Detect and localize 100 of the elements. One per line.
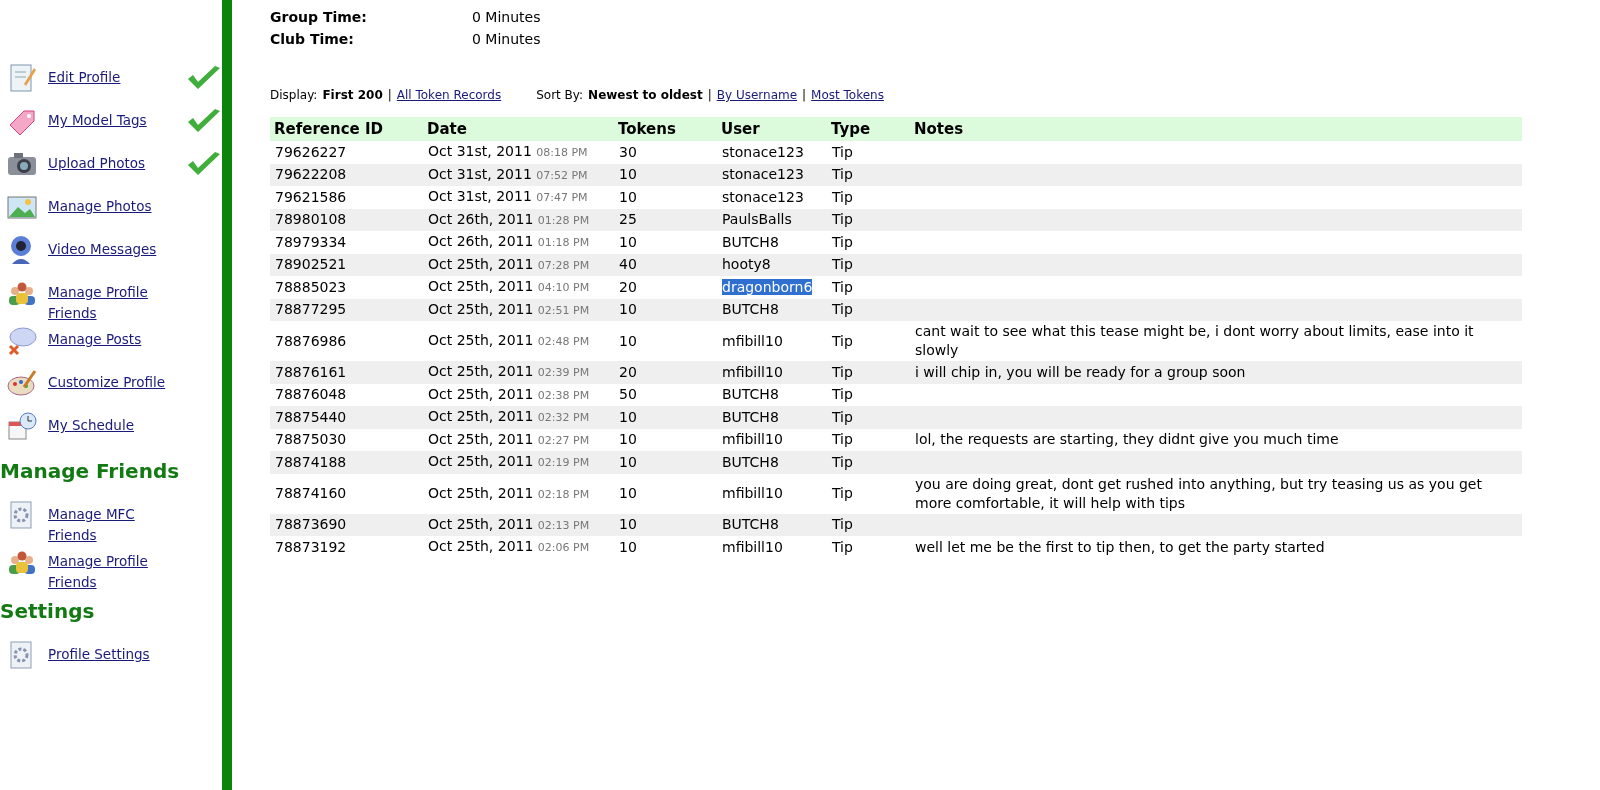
table-cell: 79626227 <box>270 141 423 164</box>
sidebar-link[interactable]: Manage Posts <box>48 329 176 350</box>
table-cell: Tip <box>827 163 910 186</box>
username-text: BUTCH8 <box>722 408 779 425</box>
sort-link[interactable]: Most Tokens <box>811 88 884 102</box>
time-text: 04:10 PM <box>537 281 590 295</box>
time-text: 02:18 PM <box>537 487 590 501</box>
date-text: Oct 31st, 2011 <box>428 143 532 160</box>
table-cell: 78874160 <box>270 473 423 514</box>
table-cell: 10 <box>614 513 717 536</box>
time-text: 01:28 PM <box>537 213 590 227</box>
sort-current: Newest to oldest <box>588 88 703 102</box>
time-text: 01:18 PM <box>537 236 590 250</box>
time-text: 08:18 PM <box>536 146 588 160</box>
time-text: 02:06 PM <box>537 541 590 555</box>
sidebar-link[interactable]: My Schedule <box>48 415 176 436</box>
time-text: 02:38 PM <box>537 388 590 402</box>
table-cell: 79622208 <box>270 163 423 186</box>
section-heading: Settings <box>0 599 96 623</box>
table-cell: Tip <box>827 361 910 384</box>
sidebar-link[interactable]: Manage MFC Friends <box>48 504 176 546</box>
column-header: Type <box>827 117 910 141</box>
sort-link[interactable]: By Username <box>716 88 798 102</box>
sidebar-link[interactable]: Edit Profile <box>48 67 176 88</box>
username-text: BUTCH8 <box>722 386 779 403</box>
table-cell: Tip <box>827 276 910 299</box>
table-cell: 78885023 <box>270 276 423 299</box>
username-text: hooty8 <box>722 256 771 273</box>
username-text: mfibill10 <box>722 485 783 501</box>
table-cell: Tip <box>827 231 910 254</box>
date-text: Oct 31st, 2011 <box>428 165 532 182</box>
date-text: Oct 25th, 2011 <box>428 332 534 348</box>
table-cell: 78902521 <box>270 253 423 276</box>
date-text: Oct 25th, 2011 <box>428 408 534 425</box>
separator-text: | <box>387 88 392 102</box>
table-cell: Tip <box>827 321 910 361</box>
column-header: Notes <box>910 117 1522 141</box>
username-text: BUTCH8 <box>722 453 779 470</box>
table-cell: 79621586 <box>270 186 423 209</box>
sidebar-link[interactable]: Manage Profile Friends <box>48 551 176 593</box>
note-text: lol, the requests are starting, they didnt give you much time <box>915 431 1339 448</box>
summary-value: 0 Minutes <box>472 8 541 27</box>
username-text: mfibill10 <box>722 431 783 448</box>
time-text: 02:19 PM <box>537 456 590 470</box>
sidebar-link[interactable]: Upload Photos <box>48 153 176 174</box>
date-text: Oct 25th, 2011 <box>428 430 534 447</box>
table-cell: Tip <box>827 383 910 406</box>
time-text: 02:13 PM <box>537 518 590 532</box>
date-text: Oct 25th, 2011 <box>428 385 534 402</box>
table-cell: 78873192 <box>270 536 423 559</box>
time-text: 07:47 PM <box>536 191 588 205</box>
date-text: Oct 31st, 2011 <box>428 188 532 205</box>
time-text: 02:48 PM <box>537 335 590 348</box>
table-cell: Tip <box>827 513 910 536</box>
table-cell: 30 <box>614 141 717 164</box>
calendar-icon <box>6 410 38 442</box>
table-cell: 10 <box>614 163 717 186</box>
time-text: 02:51 PM <box>537 303 590 317</box>
table-cell: Tip <box>827 186 910 209</box>
sidebar-link[interactable]: Manage Profile Friends <box>48 282 176 324</box>
column-header: Reference ID <box>270 117 423 141</box>
sidebar-link[interactable]: Video Messages <box>48 239 176 260</box>
table-cell: 78877295 <box>270 298 423 321</box>
column-header: User <box>717 117 827 141</box>
time-text: 02:32 PM <box>537 411 590 425</box>
date-text: Oct 25th, 2011 <box>428 484 534 501</box>
username-text: stonace123 <box>722 143 804 160</box>
sort-label: Sort By: <box>536 88 584 102</box>
date-text: Oct 25th, 2011 <box>428 300 534 317</box>
sidebar-link[interactable]: My Model Tags <box>48 110 176 131</box>
sidebar-link[interactable]: Manage Photos <box>48 196 176 217</box>
username-text: PaulsBalls <box>722 211 792 228</box>
table-cell: Tip <box>827 253 910 276</box>
table-cell: 78876048 <box>270 383 423 406</box>
sidebar-link[interactable]: Profile Settings <box>48 644 176 665</box>
display-label: Display: <box>270 88 318 102</box>
table-cell: 10 <box>614 451 717 474</box>
table-cell: 25 <box>614 208 717 231</box>
sidebar-link[interactable]: Customize Profile <box>48 372 176 393</box>
table-cell: 78979334 <box>270 231 423 254</box>
table-cell: 10 <box>614 536 717 559</box>
table-cell: 78876161 <box>270 361 423 384</box>
display-link[interactable]: All Token Records <box>396 88 502 102</box>
table-cell: Tip <box>827 406 910 429</box>
date-text: Oct 25th, 2011 <box>428 255 534 272</box>
username-text: mfibill10 <box>722 363 783 380</box>
table-cell: 40 <box>614 253 717 276</box>
note-text: well let me be the first to tip then, to get the party started <box>915 538 1325 555</box>
username-text: mfibill10 <box>722 332 783 349</box>
separator-text: | <box>707 88 712 102</box>
summary-value: 0 Minutes <box>472 30 541 49</box>
date-text: Oct 25th, 2011 <box>428 453 534 470</box>
date-text: Oct 25th, 2011 <box>428 363 534 380</box>
note-text: i will chip in, you will be ready for a group soon <box>915 363 1246 380</box>
table-cell: 78874188 <box>270 451 423 474</box>
summary-label: Group Time: <box>270 8 368 27</box>
section-heading: Manage Friends <box>0 459 181 483</box>
table-cell: Tip <box>827 208 910 231</box>
table-cell: 50 <box>614 383 717 406</box>
table-cell: Tip <box>827 298 910 321</box>
